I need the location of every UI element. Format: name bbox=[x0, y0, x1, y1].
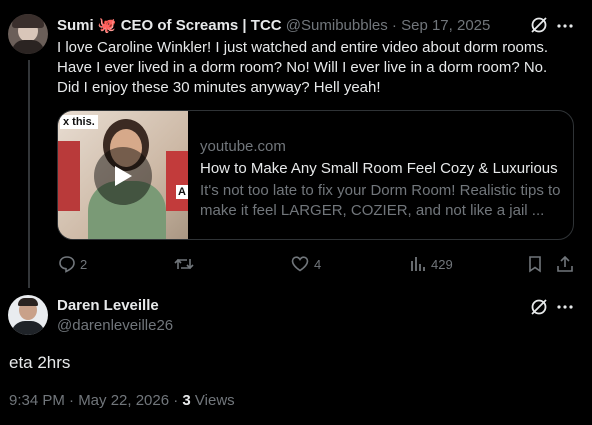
reply-views-count: 3 bbox=[182, 392, 191, 409]
video-thumbnail[interactable]: x this. A bbox=[58, 111, 188, 239]
tweet-header: Sumi 🐙 CEO of Screams | TCC @Sumibubbles… bbox=[57, 16, 490, 34]
grok-icon[interactable] bbox=[530, 16, 548, 34]
reply-count: 2 bbox=[80, 257, 88, 272]
card-text: youtube.com How to Make Any Small Room F… bbox=[200, 137, 565, 221]
play-icon[interactable] bbox=[94, 147, 152, 205]
card-title: How to Make Any Small Room Feel Cozy & L… bbox=[200, 160, 558, 177]
thumb-badge: A bbox=[176, 185, 188, 199]
like-icon[interactable] bbox=[291, 255, 309, 273]
octopus-emoji: 🐙 bbox=[97, 17, 117, 34]
reply-author-name[interactable]: Daren Leveille bbox=[57, 297, 159, 314]
reply-grok-icon[interactable] bbox=[530, 298, 548, 316]
author-name[interactable]: Sumi bbox=[57, 17, 94, 34]
author-handle[interactable]: @Sumibubbles bbox=[286, 17, 388, 34]
reply-time[interactable]: 9:34 PM · May 22, 2026 · bbox=[9, 392, 182, 409]
share-icon[interactable] bbox=[556, 255, 574, 273]
card-description: It's not too late to fix your Dorm Room!… bbox=[200, 182, 561, 219]
bookmark-icon[interactable] bbox=[527, 255, 543, 273]
card-domain: youtube.com bbox=[200, 138, 286, 155]
tweet-date[interactable]: Sep 17, 2025 bbox=[401, 17, 490, 34]
reply-text: eta 2hrs bbox=[9, 353, 71, 372]
reply-views-label: Views bbox=[190, 392, 235, 409]
daren-avatar[interactable] bbox=[8, 295, 48, 335]
thumb-caption: x this. bbox=[60, 115, 98, 129]
reply-author-handle[interactable]: @darenleveille26 bbox=[57, 317, 173, 334]
like-count: 4 bbox=[314, 257, 322, 272]
tweet-text: I love Caroline Winkler! I just watched … bbox=[57, 39, 549, 96]
author-title[interactable]: CEO of Screams | TCC bbox=[121, 17, 282, 34]
link-card[interactable]: x this. A youtube.com How to Make Any Sm… bbox=[57, 110, 574, 240]
views-icon[interactable] bbox=[409, 255, 427, 273]
separator-dot: · bbox=[391, 17, 397, 34]
view-count: 429 bbox=[431, 257, 453, 272]
thread-line bbox=[28, 60, 30, 288]
sumi-avatar[interactable] bbox=[8, 14, 48, 54]
more-icon[interactable] bbox=[556, 17, 574, 35]
reply-icon[interactable] bbox=[58, 255, 76, 273]
reply-more-icon[interactable] bbox=[556, 298, 574, 316]
repost-icon[interactable] bbox=[174, 255, 194, 273]
reply-meta: 9:34 PM · May 22, 2026 · 3 Views bbox=[9, 392, 235, 409]
